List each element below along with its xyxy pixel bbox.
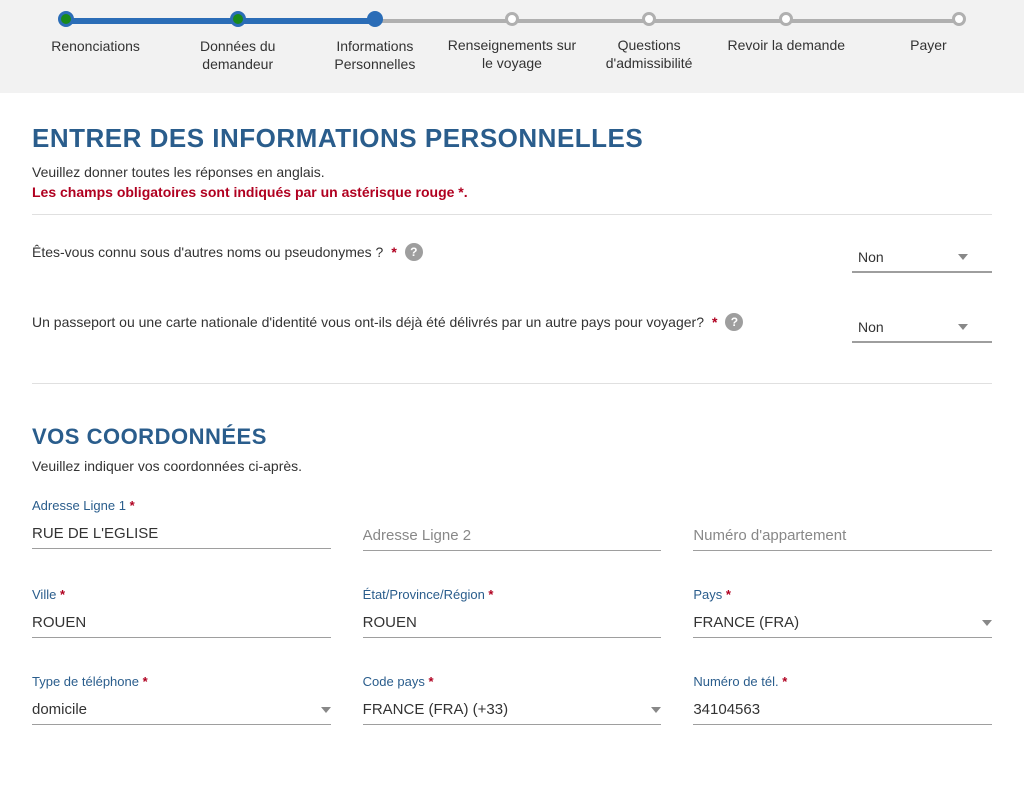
divider — [32, 383, 992, 384]
step-informations-personnelles[interactable]: Informations Personnelles — [306, 12, 443, 73]
address2-label: . — [363, 498, 662, 515]
divider — [32, 214, 992, 215]
contact-title: VOS COORDONNÉES — [32, 424, 992, 450]
chevron-down-icon — [982, 620, 992, 626]
chevron-down-icon — [321, 707, 331, 713]
country-code-value: FRANCE (FRA) (+33) — [363, 701, 508, 718]
page-title: ENTRER DES INFORMATIONS PERSONNELLES — [32, 123, 992, 154]
step-dot-active — [367, 11, 383, 27]
state-label: État/Province/Région * — [363, 587, 662, 602]
aliases-value: Non — [858, 249, 884, 265]
apt-input[interactable] — [693, 521, 992, 551]
city-input[interactable] — [32, 608, 331, 638]
country-label: Pays * — [693, 587, 992, 602]
chevron-down-icon — [651, 707, 661, 713]
stepper-container: Renonciations Données du demandeur Infor… — [0, 0, 1024, 93]
question-aliases-text: Êtes-vous connu sous d'autres noms ou ps… — [32, 244, 383, 260]
step-renseignements-voyage[interactable]: Renseignements sur le voyage — [443, 12, 580, 73]
address2-input[interactable] — [363, 521, 662, 551]
required-asterisk: * — [391, 244, 396, 260]
step-dot-done — [58, 11, 74, 27]
step-questions-admissibilite[interactable]: Questions d'admissibilité — [581, 12, 718, 73]
help-icon[interactable]: ? — [725, 313, 743, 331]
chevron-down-icon — [958, 324, 968, 330]
apt-label: . — [693, 498, 992, 515]
phone-number-label: Numéro de tél. * — [693, 674, 992, 689]
country-code-select[interactable]: FRANCE (FRA) (+33) — [363, 695, 662, 725]
phone-type-value: domicile — [32, 701, 87, 718]
step-dot-done — [230, 11, 246, 27]
required-asterisk: * — [712, 314, 717, 330]
country-select[interactable]: FRANCE (FRA) — [693, 608, 992, 638]
country-value: FRANCE (FRA) — [693, 614, 799, 631]
step-dot-future — [505, 12, 519, 26]
phone-number-input[interactable] — [693, 695, 992, 725]
question-passport-text: Un passeport ou une carte nationale d'id… — [32, 314, 704, 330]
passport-value: Non — [858, 319, 884, 335]
question-aliases-row: Êtes-vous connu sous d'autres noms ou ps… — [32, 243, 992, 273]
state-input[interactable] — [363, 608, 662, 638]
question-passport-row: Un passeport ou une carte nationale d'id… — [32, 313, 992, 343]
step-dot-future — [952, 12, 966, 26]
help-icon[interactable]: ? — [405, 243, 423, 261]
country-code-label: Code pays * — [363, 674, 662, 689]
step-revoir-demande[interactable]: Revoir la demande — [718, 12, 855, 73]
phone-type-select[interactable]: domicile — [32, 695, 331, 725]
city-label: Ville * — [32, 587, 331, 602]
step-dot-future — [642, 12, 656, 26]
phone-type-label: Type de téléphone * — [32, 674, 331, 689]
address1-input[interactable] — [32, 519, 331, 549]
step-donnees-demandeur[interactable]: Données du demandeur — [169, 12, 306, 73]
step-renonciations[interactable]: Renonciations — [32, 12, 169, 73]
address1-label: Adresse Ligne 1 * — [32, 498, 331, 513]
passport-select[interactable]: Non — [852, 313, 992, 343]
step-payer[interactable]: Payer — [855, 12, 992, 73]
page-subtitle: Veuillez donner toutes les réponses en a… — [32, 164, 992, 180]
contact-subtitle: Veuillez indiquer vos coordonnées ci-apr… — [32, 458, 992, 474]
step-dot-future — [779, 12, 793, 26]
aliases-select[interactable]: Non — [852, 243, 992, 273]
required-note: Les champs obligatoires sont indiqués pa… — [32, 184, 992, 200]
chevron-down-icon — [958, 254, 968, 260]
